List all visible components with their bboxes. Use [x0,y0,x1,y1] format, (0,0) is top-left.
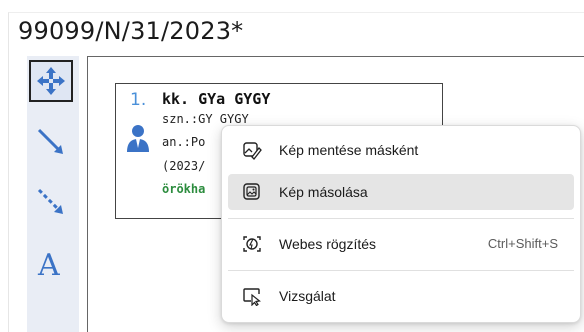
menu-item-label: Kép másolása [279,184,368,200]
menu-item-label: Vizsgálat [279,288,336,304]
save-image-icon [243,142,262,160]
card-an: an.:Po [162,135,206,149]
screenshot: 99099/N/31/2023* A 1. kk. GYa GYGY szn.:… [0,0,584,332]
inspect-icon [243,288,261,306]
card-date: (2023/ [162,159,206,173]
drawing-toolbar: A [27,56,79,332]
menu-item-save-image-as[interactable]: Kép mentése másként [228,132,574,168]
menu-item-label: Kép mentése másként [279,142,419,158]
context-menu: Kép mentése másként Kép másolása Webes r… [221,125,581,323]
dashed-arrow-icon [37,188,63,214]
menu-separator [228,218,574,219]
text-tool-button[interactable]: A [27,244,79,288]
move-tool-button[interactable] [29,60,73,102]
copy-image-icon [243,183,260,200]
move-arrows-icon [37,67,65,95]
menu-item-web-capture[interactable]: Webes rögzítés Ctrl+Shift+S [228,226,574,262]
card-szn: szn.:GY GYGY [162,112,249,126]
menu-item-label: Webes rögzítés [279,236,377,252]
menu-item-copy-image[interactable]: Kép másolása [228,174,574,210]
web-capture-icon [243,236,261,252]
card-name: kk. GYa GYGY [162,90,271,108]
card-number: 1. [130,90,147,110]
arrow-tool-button[interactable] [27,180,79,224]
text-tool-icon: A [38,248,60,283]
card-status: örökha [162,182,206,196]
menu-item-shortcut: Ctrl+Shift+S [487,236,558,251]
menu-item-inspect[interactable]: Vizsgálat [228,278,574,314]
line-tool-button[interactable] [27,120,79,164]
diagonal-line-icon [37,128,63,154]
menu-separator [228,270,574,271]
document-title: 99099/N/31/2023* [18,17,244,45]
person-icon [127,125,149,152]
